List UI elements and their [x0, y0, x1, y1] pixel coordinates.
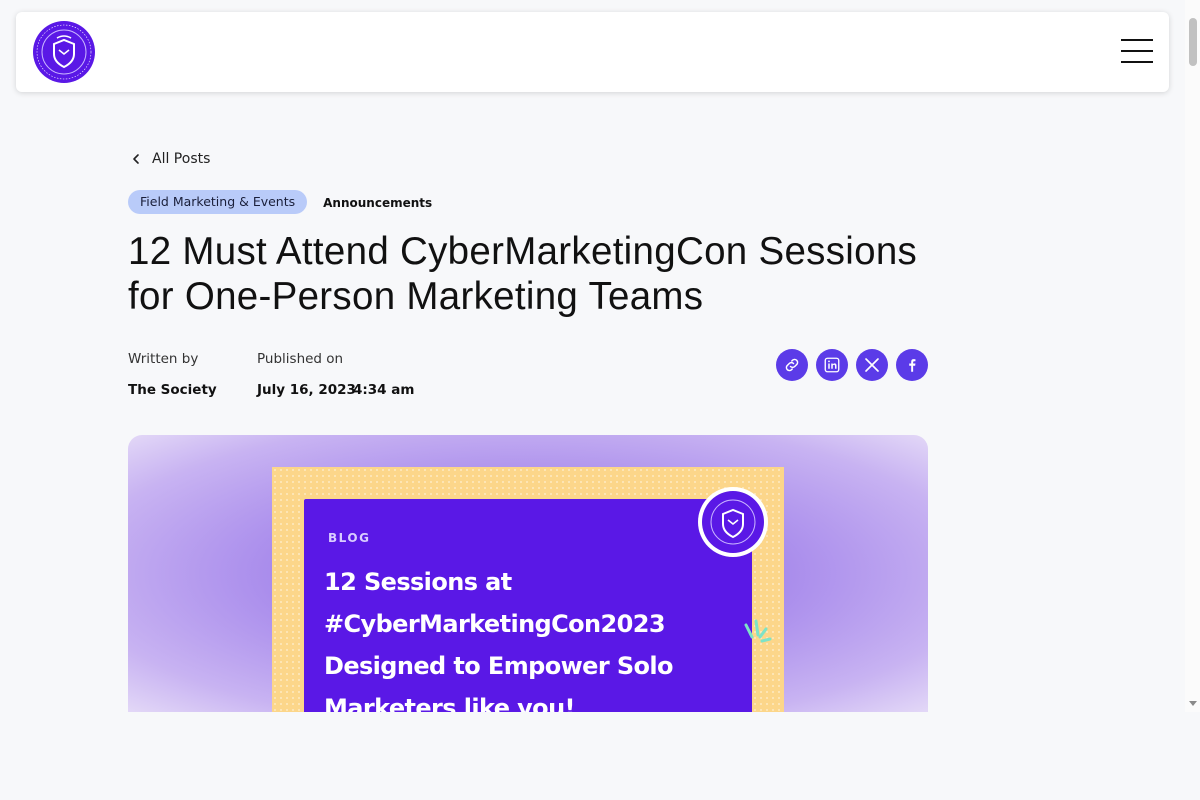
post-tags: Field Marketing & Events Announcements	[128, 190, 432, 214]
chevron-left-icon	[133, 154, 139, 164]
hero-card: BLOG 12 Sessions at #CyberMarketingCon20…	[304, 499, 772, 712]
copy-link-button[interactable]	[776, 349, 808, 381]
linkedin-icon	[824, 357, 840, 373]
tag-field-marketing[interactable]: Field Marketing & Events	[128, 190, 308, 214]
share-buttons	[776, 349, 928, 381]
hero-headline: 12 Sessions at #CyberMarketingCon2023 De…	[324, 568, 674, 712]
author-name[interactable]: The Society	[128, 382, 217, 398]
scroll-down-arrow-icon[interactable]	[1189, 701, 1197, 706]
tag-announcements[interactable]: Announcements	[323, 194, 432, 210]
all-posts-link[interactable]: All Posts	[130, 151, 210, 167]
hamburger-icon	[1121, 39, 1153, 41]
society-seal-logo	[698, 487, 768, 557]
site-header	[16, 12, 1169, 92]
sparkle-icon	[744, 619, 772, 643]
share-x-button[interactable]	[856, 349, 888, 381]
link-icon	[785, 358, 799, 372]
share-linkedin-button[interactable]	[816, 349, 848, 381]
published-on-label: Published on	[257, 351, 344, 367]
hero-badge: BLOG	[328, 531, 371, 545]
published-date: July 16, 2023	[257, 382, 356, 398]
page-scrollbar[interactable]	[1185, 0, 1200, 712]
hamburger-menu-button[interactable]	[1121, 39, 1153, 65]
hero-image: BLOG 12 Sessions at #CyberMarketingCon20…	[128, 435, 928, 712]
hero-frame: BLOG 12 Sessions at #CyberMarketingCon20…	[272, 467, 784, 712]
scrollbar-thumb[interactable]	[1189, 18, 1197, 66]
facebook-icon	[909, 359, 916, 372]
published-time: 4:34 am	[353, 382, 415, 398]
hamburger-icon-bar	[1121, 61, 1153, 63]
site-logo[interactable]	[32, 20, 96, 84]
all-posts-label: All Posts	[152, 151, 211, 167]
x-icon	[865, 358, 879, 372]
written-by-label: Written by	[128, 351, 199, 367]
share-facebook-button[interactable]	[896, 349, 928, 381]
post-title: 12 Must Attend CyberMarketingCon Session…	[128, 230, 918, 318]
hamburger-icon-bar	[1121, 50, 1153, 52]
